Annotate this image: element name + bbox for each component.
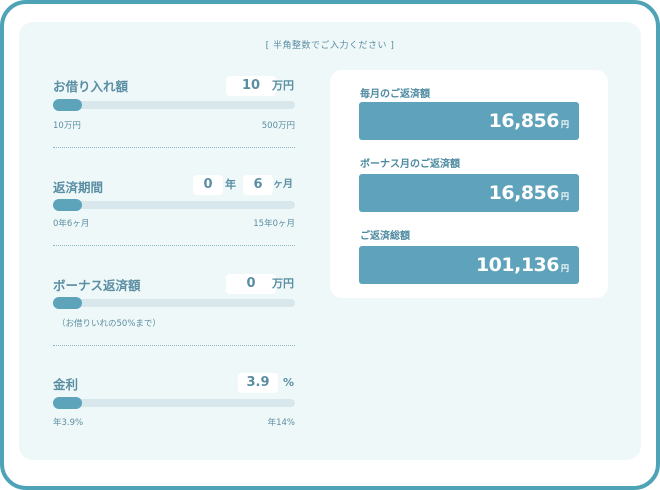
bonus-month-payment-unit: 円	[561, 192, 569, 201]
rate-label: 金利	[53, 377, 79, 392]
divider	[53, 345, 295, 346]
bonus-month-payment-box: 16,856 円	[359, 174, 579, 212]
monthly-payment-unit: 円	[561, 120, 569, 129]
loan-amount-slider[interactable]	[53, 99, 295, 111]
bonus-slider-handle[interactable]	[53, 297, 82, 309]
period-years-input[interactable]: 0	[193, 175, 223, 195]
bonus-limit-note: （お借りいれの50%まで）	[57, 319, 161, 329]
period-min: 0年6ヶ月	[53, 219, 90, 229]
rate-slider-handle[interactable]	[53, 397, 82, 409]
rate-unit: %	[283, 376, 295, 389]
loan-amount-min: 10万円	[53, 121, 81, 131]
period-label: 返済期間	[53, 180, 104, 195]
loan-amount-label: お借り入れ額	[53, 79, 129, 94]
total-payment-label: ご返済総額	[360, 231, 410, 242]
loan-amount-slider-handle[interactable]	[53, 99, 82, 111]
period-max: 15年0ヶ月	[253, 219, 295, 229]
loan-amount-unit: 万円	[272, 79, 294, 92]
rate-max: 年14%	[267, 418, 295, 428]
period-slider-handle[interactable]	[53, 199, 82, 211]
bonus-month-payment-label: ボーナス月のご返済額	[360, 159, 460, 170]
total-payment-box: 101,136 円	[359, 246, 579, 284]
loan-amount-max: 500万円	[261, 121, 295, 131]
rate-row: 金利 3.9 % 年3.9% 年14%	[53, 372, 295, 432]
input-note: [ 半角整数でご入力ください ]	[265, 41, 395, 51]
bonus-row: ボーナス返済額 0 万円 （お借りいれの50%まで）	[53, 272, 295, 332]
period-slider[interactable]	[53, 199, 295, 211]
bonus-unit: 万円	[272, 277, 294, 290]
monthly-payment-box: 16,856 円	[359, 102, 579, 140]
results-card: 毎月のご返済額 16,856 円 ボーナス月のご返済額 16,856 円 ご返済総額…	[330, 70, 608, 298]
bonus-input[interactable]: 0	[226, 274, 276, 294]
monthly-payment-value: 16,856	[488, 110, 560, 132]
period-row: 返済期間 0 年 6 ヶ月 0年6ヶ月 15年0ヶ月	[53, 174, 295, 234]
rate-input[interactable]: 3.9	[238, 373, 278, 393]
total-payment-unit: 円	[561, 264, 569, 273]
divider	[53, 147, 295, 148]
loan-amount-input[interactable]: 10	[226, 76, 276, 96]
bonus-label: ボーナス返済額	[53, 278, 141, 293]
divider	[53, 245, 295, 246]
period-months-input[interactable]: 6	[243, 175, 273, 195]
period-months-unit: ヶ月	[273, 179, 293, 190]
period-years-unit: 年	[225, 178, 236, 191]
bonus-month-payment-value: 16,856	[488, 182, 560, 204]
total-payment-value: 101,136	[475, 254, 560, 276]
monthly-payment-label: 毎月のご返済額	[360, 89, 430, 100]
rate-min: 年3.9%	[53, 418, 84, 428]
rate-slider[interactable]	[53, 397, 295, 409]
bonus-slider[interactable]	[53, 297, 295, 309]
loan-amount-row: お借り入れ額 10 万円 10万円 500万円	[53, 76, 295, 136]
